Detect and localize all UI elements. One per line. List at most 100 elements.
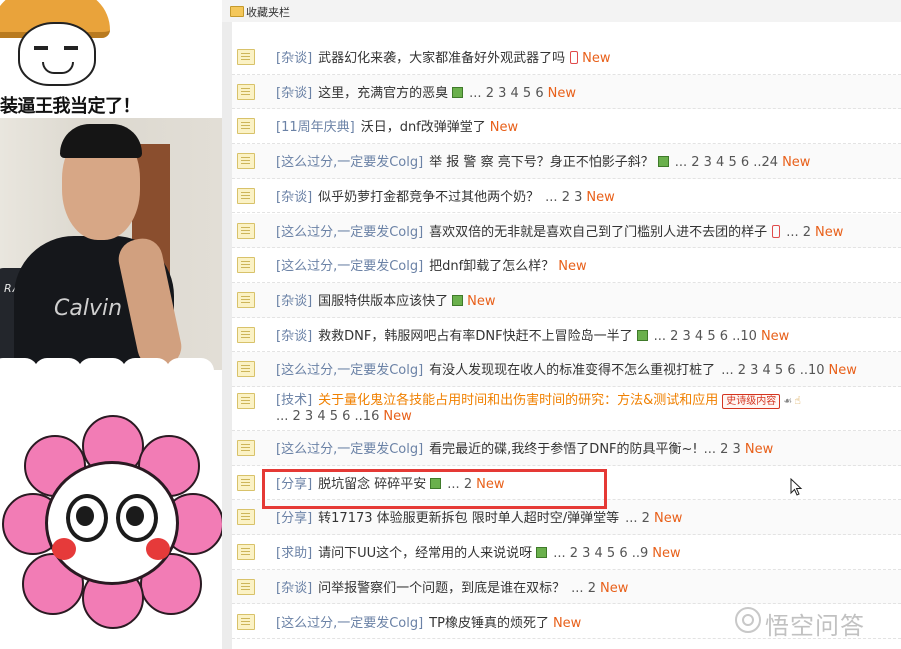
image-attachment-icon	[636, 329, 648, 341]
thread-title-link[interactable]: TP橡皮锤真的烦死了	[429, 616, 549, 631]
thread-page-links[interactable]: ... 2 3	[704, 442, 741, 457]
new-label[interactable]: New	[815, 225, 843, 240]
meme-sticker: 装逼王我当定了！	[0, 0, 140, 118]
thread-doc-icon	[237, 118, 255, 135]
new-label[interactable]: New	[467, 294, 495, 309]
folder-icon[interactable]	[230, 6, 244, 17]
thread-title-link[interactable]: 沃日，dnf改弹弹堂了	[361, 120, 486, 135]
new-label[interactable]: New	[782, 155, 810, 170]
thread-row[interactable]: [杂谈] 武器幻化来袭，大家都准备好外观武器了吗 New	[232, 40, 901, 75]
thread-page-links[interactable]: ... 2 3 4 5 6 ..24	[675, 155, 778, 170]
thread-doc-icon	[237, 49, 255, 65]
thread-title-link[interactable]: 关于量化鬼泣各技能占用时间和出伤害时间的研究：方法&测试和应用	[318, 393, 718, 408]
thread-category[interactable]: [这么过分,一定要发Colg]	[276, 363, 423, 378]
image-attachment-icon	[536, 547, 548, 559]
thread-title-link[interactable]: 似乎奶萝打金都竞争不过其他两个奶？	[318, 190, 539, 205]
thread-title-link[interactable]: 转17173 体验服更新拆包 限时单人超时空/弹弹堂等	[318, 511, 619, 526]
thread-category[interactable]: [这么过分,一定要发Colg]	[276, 259, 423, 274]
new-label[interactable]: New	[586, 190, 614, 205]
thread-title-link[interactable]: 救救DNF，韩服网吧占有率DNF快赶不上冒险岛一半了	[318, 329, 632, 344]
new-label[interactable]: New	[490, 120, 518, 135]
thread-row[interactable]: [这么过分,一定要发Colg] 看完最近的碟,我终于参悟了DNF的防具平衡~!..…	[232, 431, 901, 466]
thread-row[interactable]: [杂谈] 救救DNF，韩服网吧占有率DNF快赶不上冒险岛一半了 ... 2 3 4 …	[232, 318, 901, 353]
thread-title-link[interactable]: 举 报 警 察 亮下号？身正不怕影子斜？	[429, 155, 654, 170]
thread-page-links[interactable]: ... 2 3 4 5 6 ..10	[721, 363, 824, 378]
thread-category[interactable]: [11周年庆典]	[276, 120, 355, 135]
thread-title-link[interactable]: 这里，充满官方的恶臭	[318, 86, 448, 101]
thread-row[interactable]: [技术] 关于量化鬼泣各技能占用时间和出伤害时间的研究：方法&测试和应用 史诗级内容…	[232, 387, 901, 431]
thread-category[interactable]: [杂谈]	[276, 329, 312, 344]
thread-category[interactable]: [杂谈]	[276, 581, 312, 596]
webcam-feed: RACER Calvin	[0, 118, 222, 370]
thread-title-link[interactable]: 把dnf卸载了怎么样？	[429, 259, 554, 274]
thread-category[interactable]: [技术]	[276, 393, 312, 408]
thread-category[interactable]: [这么过分,一定要发Colg]	[276, 616, 423, 631]
new-label[interactable]: New	[553, 616, 581, 631]
thread-doc-icon	[237, 222, 255, 239]
flower-face	[45, 461, 179, 585]
thread-row[interactable]: [这么过分,一定要发Colg] 举 报 警 察 亮下号？身正不怕影子斜？ ... 2…	[232, 144, 901, 179]
thread-title-link[interactable]: 问举报警察们一个问题，到底是谁在双标？	[318, 581, 565, 596]
thread-title-link[interactable]: 看完最近的碟,我终于参悟了DNF的防具平衡~!	[429, 442, 697, 457]
thread-doc-icon	[237, 153, 255, 170]
thread-row[interactable]: [11周年庆典] 沃日，dnf改弹弹堂了 New	[232, 109, 901, 145]
thumbs-up-icon: ☝	[794, 394, 801, 407]
thread-category[interactable]: [分享]	[276, 511, 312, 526]
thread-row[interactable]: [求助] 请问下UU这个，经常用的人来说说呀 ... 2 3 4 5 6 ..9 Ne…	[232, 535, 901, 570]
thread-category[interactable]: [求助]	[276, 546, 312, 561]
thread-row[interactable]: [杂谈] 国服特供版本应该快了 New	[232, 282, 901, 318]
new-label[interactable]: New	[582, 51, 610, 66]
eye-icon	[66, 494, 108, 542]
new-label[interactable]: New	[548, 86, 576, 101]
page-margin	[222, 22, 232, 649]
cloud-divider	[0, 358, 222, 388]
thread-doc-icon	[237, 509, 255, 526]
thread-page-links[interactable]: ... 2 3 4 5 6 ..10	[654, 329, 757, 344]
new-label[interactable]: New	[829, 363, 857, 378]
new-label[interactable]: New	[652, 546, 680, 561]
thread-title-link[interactable]: 武器幻化来袭，大家都准备好外观武器了吗	[318, 51, 565, 66]
thread-page-links[interactable]: ... 2 3 4 5 6 ..16	[276, 409, 379, 424]
thread-row[interactable]: [杂谈] 这里，充满官方的恶臭 ... 2 3 4 5 6 New	[232, 74, 901, 110]
epic-content-badge: 史诗级内容	[722, 394, 781, 409]
thread-row[interactable]: [这么过分,一定要发Colg] 把dnf卸载了怎么样？ New	[232, 248, 901, 283]
thread-category[interactable]: [杂谈]	[276, 190, 312, 205]
new-label[interactable]: New	[383, 409, 411, 424]
new-label[interactable]: New	[558, 259, 586, 274]
thread-category[interactable]: [杂谈]	[276, 86, 312, 101]
thread-row[interactable]: [杂谈] 似乎奶萝打金都竞争不过其他两个奶？ ... 2 3 New	[232, 179, 901, 214]
thread-title-link[interactable]: 有没人发现现在收人的标准变得不怎么重视打桩了	[429, 363, 715, 378]
watermark: 悟空问答	[735, 600, 895, 640]
thread-doc-icon	[237, 440, 255, 456]
new-label[interactable]: New	[761, 329, 789, 344]
image-attachment-icon	[452, 294, 464, 306]
new-label[interactable]: New	[654, 511, 682, 526]
thread-row[interactable]: [这么过分,一定要发Colg] 喜欢双倍的无非就是喜欢自己到了门槛别人进不去团的样…	[232, 213, 901, 249]
bookmarks-folder-label[interactable]: 收藏夹栏	[246, 4, 290, 20]
thread-page-links[interactable]: ... 2	[786, 225, 811, 240]
thread-category[interactable]: [这么过分,一定要发Colg]	[276, 155, 423, 170]
streamer-overlay-panel: 装逼王我当定了！ RACER Calvin	[0, 0, 222, 649]
mouse-cursor-icon	[790, 478, 803, 496]
bookmarks-bar: 收藏夹栏	[222, 0, 901, 23]
thread-category[interactable]: [这么过分,一定要发Colg]	[276, 225, 423, 240]
thread-page-links[interactable]: ... 2	[625, 511, 650, 526]
thread-doc-icon	[237, 393, 255, 409]
new-label[interactable]: New	[600, 581, 628, 596]
thread-list: [杂谈] 武器幻化来袭，大家都准备好外观武器了吗 New [杂谈] 这里，充满官方的恶臭…	[232, 22, 901, 649]
thread-category[interactable]: [杂谈]	[276, 51, 312, 66]
highlight-box	[262, 469, 607, 509]
thread-page-links[interactable]: ... 2	[571, 581, 596, 596]
thread-title-link[interactable]: 国服特供版本应该快了	[318, 294, 448, 309]
wukong-logo-icon	[735, 607, 761, 633]
thread-title-link[interactable]: 喜欢双倍的无非就是喜欢自己到了门槛别人进不去团的样子	[429, 225, 767, 240]
meme-caption: 装逼王我当定了！	[0, 96, 140, 117]
thread-row[interactable]: [这么过分,一定要发Colg] 有没人发现现在收人的标准变得不怎么重视打桩了...…	[232, 352, 901, 387]
thread-title-link[interactable]: 请问下UU这个，经常用的人来说说呀	[318, 546, 532, 561]
thread-category[interactable]: [这么过分,一定要发Colg]	[276, 442, 423, 457]
thread-page-links[interactable]: ... 2 3 4 5 6 ..9	[553, 546, 648, 561]
thread-page-links[interactable]: ... 2 3	[545, 190, 582, 205]
thread-category[interactable]: [杂谈]	[276, 294, 312, 309]
new-label[interactable]: New	[745, 442, 773, 457]
thread-page-links[interactable]: ... 2 3 4 5 6	[469, 86, 543, 101]
